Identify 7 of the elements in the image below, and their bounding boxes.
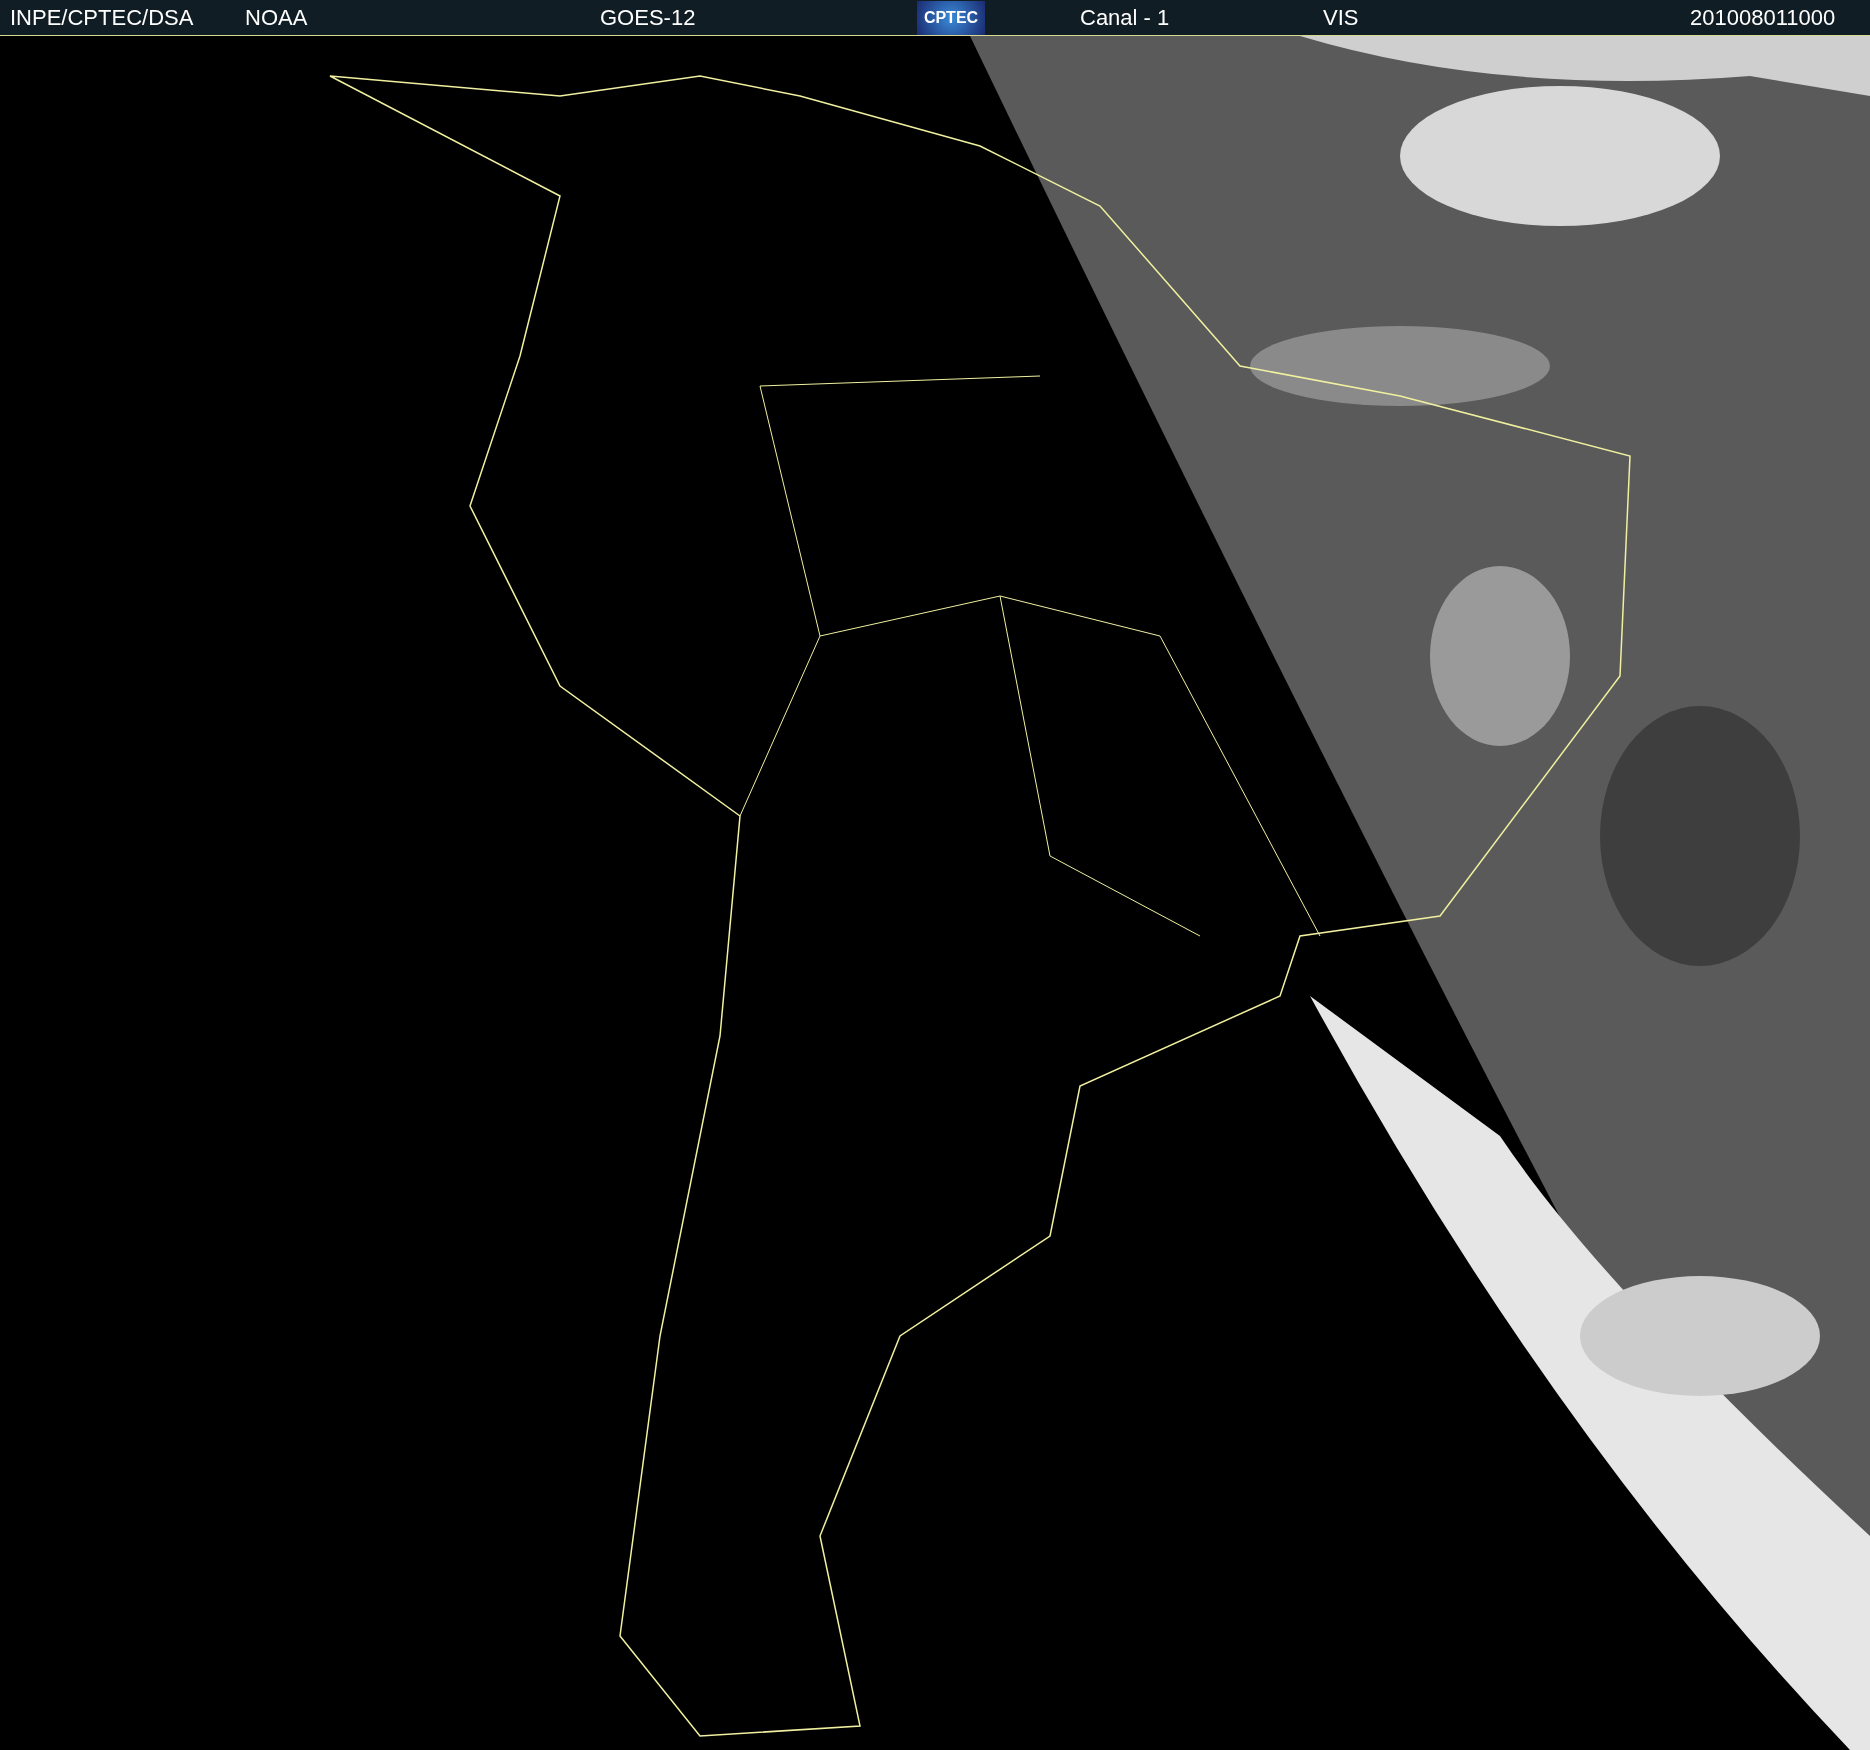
satellite-label: GOES-12 xyxy=(600,4,697,31)
band-label: VIS xyxy=(1323,4,1360,31)
channel-label: Canal - 1 xyxy=(1080,4,1171,31)
timestamp-label: 201008011000 xyxy=(1690,4,1836,31)
source-label: INPE/CPTEC/DSA xyxy=(10,4,195,31)
agency-label: NOAA xyxy=(245,4,309,31)
logo: CPTEC xyxy=(917,0,985,35)
